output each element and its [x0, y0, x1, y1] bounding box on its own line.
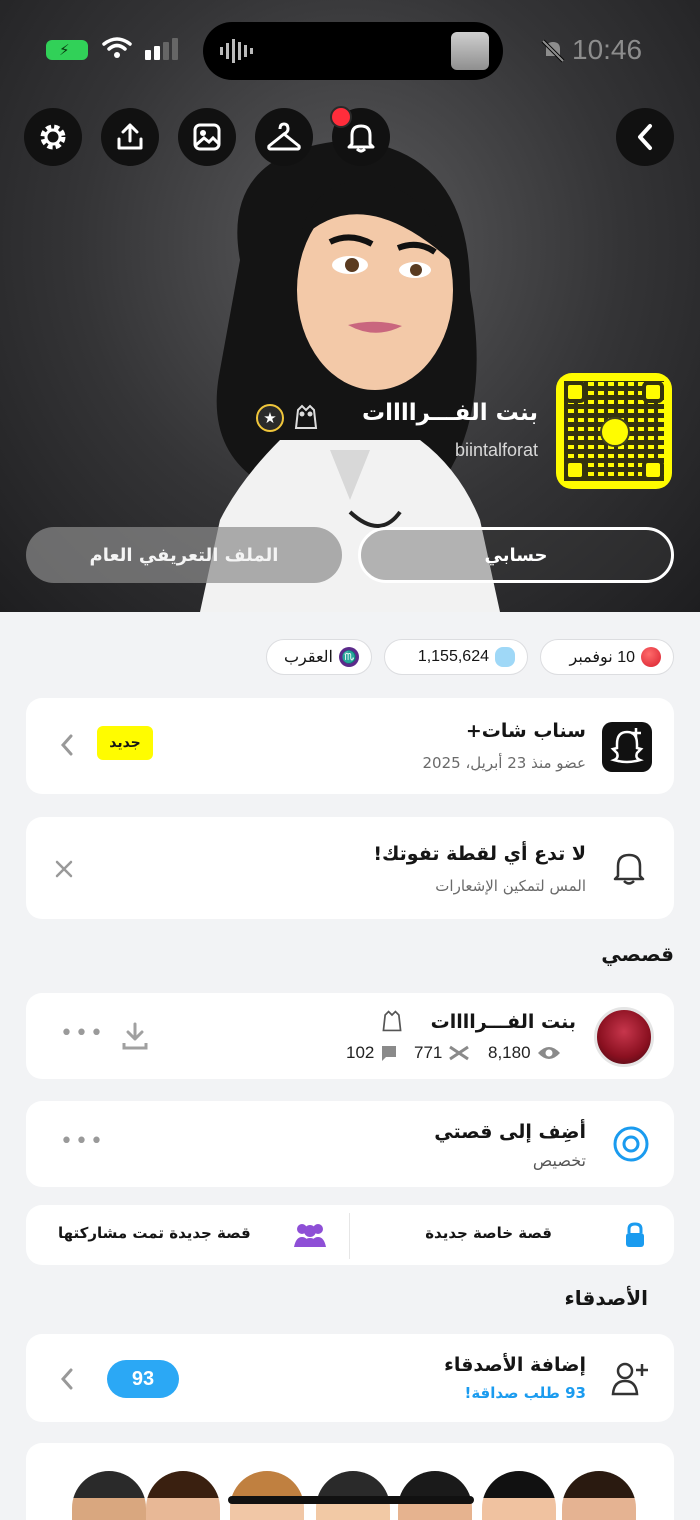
bell-icon: [613, 853, 645, 885]
settings-button[interactable]: [24, 108, 82, 166]
friend-bitmoji[interactable]: [562, 1471, 636, 1520]
snap-score-chip[interactable]: 1,155,624: [384, 639, 528, 675]
dynamic-island: [203, 22, 503, 80]
scorpio-icon: ♏: [339, 647, 359, 667]
photo-gallery-icon: [193, 123, 221, 151]
profile-username: biintalforat: [454, 440, 538, 460]
camera-icon: [613, 1126, 649, 1162]
story-replies: 102: [346, 1043, 398, 1063]
balloon-icon: [641, 647, 661, 667]
snapcode-avatar: [600, 417, 630, 447]
screenshots-count: 771: [414, 1043, 443, 1062]
more-options-icon[interactable]: •••: [60, 1021, 105, 1046]
notification-badge: [330, 106, 352, 128]
zodiac-chip[interactable]: ♏ العقرب: [266, 639, 372, 675]
story-thumbnail: [594, 1007, 654, 1067]
birthday-text: 10 نوفمبر: [569, 649, 635, 666]
friend-bitmoji[interactable]: [482, 1471, 556, 1520]
lock-icon: [626, 1222, 644, 1247]
home-indicator: [228, 1496, 474, 1504]
group-people-icon[interactable]: [292, 1221, 328, 1249]
profile-display-name: بنت الفـــراااات: [362, 400, 538, 426]
share-upload-icon: [117, 123, 143, 150]
bell-icon: [347, 124, 375, 153]
snapchat-plus-icon: [602, 722, 652, 772]
new-story-options: قصة خاصة جديدة قصة جديدة تمت مشاركتها: [26, 1205, 674, 1265]
story-views: 8,180: [488, 1043, 561, 1063]
chevron-left-icon: [60, 1368, 73, 1390]
zodiac-text: العقرب: [283, 649, 333, 666]
hanger-icon: [267, 122, 301, 151]
chevron-left-icon: [638, 124, 652, 150]
memories-button[interactable]: [178, 108, 236, 166]
friend-bitmoji[interactable]: [72, 1471, 146, 1520]
story-name: بنت الفـــراااات: [430, 1011, 576, 1033]
caller-avatar: [451, 32, 489, 70]
new-private-story-label: قصة خاصة جديدة: [425, 1224, 552, 1242]
owl-emoji-icon: [382, 1010, 402, 1032]
tab-my-account[interactable]: حسابي: [358, 527, 674, 583]
snapcode-corner: [564, 459, 586, 481]
chevron-left-icon: [60, 734, 73, 756]
ghost-score-icon: [495, 647, 515, 667]
divider: [349, 1213, 350, 1259]
download-icon[interactable]: [120, 1021, 150, 1051]
gear-icon: [40, 124, 66, 150]
notifications-title: لا تدع أي لقطة تفوتك!: [373, 843, 586, 865]
my-story-card[interactable]: بنت الفـــراااات 8,180 771 102 •••: [26, 993, 674, 1079]
add-to-story-card[interactable]: أضِف إلى قصتي تخصيص •••: [26, 1101, 674, 1187]
friends-heading: الأصدقاء: [564, 1286, 648, 1310]
wifi-icon: [102, 37, 132, 58]
new-badge: جديد: [97, 726, 153, 760]
add-friends-title: إضافة الأصدقاء: [444, 1354, 586, 1376]
status-time: 10:46: [572, 34, 643, 65]
snap-score-text: 1,155,624: [417, 648, 489, 665]
enable-notifications-card[interactable]: لا تدع أي لقطة تفوتك! المس لتمكين الإشعا…: [26, 817, 674, 919]
cellular-signal-icon: [145, 38, 178, 60]
battery-icon: ⚡: [46, 40, 88, 60]
snapcode-corner: [564, 381, 586, 403]
tab-public-profile[interactable]: الملف التعريفي العام: [26, 527, 342, 583]
friend-requests-count-badge: 93: [107, 1360, 179, 1398]
wardrobe-button[interactable]: [255, 108, 313, 166]
more-options-icon[interactable]: •••: [60, 1129, 105, 1154]
snapcode-corner: [642, 459, 664, 481]
story-screenshots: 771: [414, 1043, 470, 1063]
views-count: 8,180: [488, 1043, 531, 1062]
add-friend-icon: [611, 1362, 648, 1396]
snapchat-plus-title: سناب شات+: [465, 720, 586, 742]
chat-bubble-icon: [382, 1046, 397, 1061]
eye-icon: [537, 1047, 560, 1059]
birthday-chip[interactable]: 10 نوفمبر: [540, 639, 674, 675]
friend-bitmoji[interactable]: [146, 1471, 220, 1520]
add-to-story-customize[interactable]: تخصيص: [533, 1151, 586, 1170]
add-to-story-title: أضِف إلى قصتي: [434, 1121, 586, 1143]
share-profile-button[interactable]: [101, 108, 159, 166]
stories-heading: قصصي: [601, 942, 674, 966]
add-friends-card[interactable]: إضافة الأصدقاء 93 طلب صداقة! 93: [26, 1334, 674, 1422]
profile-header: ⚡ 10:46 بنت الفـــراااات ★ biintalforat …: [0, 0, 700, 612]
notifications-subtitle: المس لتمكين الإشعارات: [435, 877, 586, 895]
close-icon[interactable]: [54, 859, 74, 879]
replies-count: 102: [346, 1043, 375, 1062]
snapcode-corner: [642, 381, 664, 403]
owl-emoji-icon: [294, 404, 318, 429]
back-button[interactable]: [616, 108, 674, 166]
new-shared-story-label[interactable]: قصة جديدة تمت مشاركتها: [58, 1224, 251, 1242]
snapcode[interactable]: [556, 373, 672, 489]
friend-requests-link[interactable]: 93 طلب صداقة!: [464, 1384, 586, 1402]
audio-waveform-icon: [220, 39, 253, 63]
snapchat-plus-card[interactable]: سناب شات+ عضو منذ 23 أبريل، 2025 جديد: [26, 698, 674, 794]
bell-muted-icon: [541, 39, 565, 63]
friend-bitmoji-carousel[interactable]: [26, 1443, 674, 1520]
star-badge-icon: ★: [256, 404, 284, 432]
snapchat-plus-member-since: عضو منذ 23 أبريل، 2025: [422, 754, 587, 772]
snapcode-pattern: [564, 381, 664, 481]
screenshot-arrows-icon: [449, 1045, 470, 1061]
